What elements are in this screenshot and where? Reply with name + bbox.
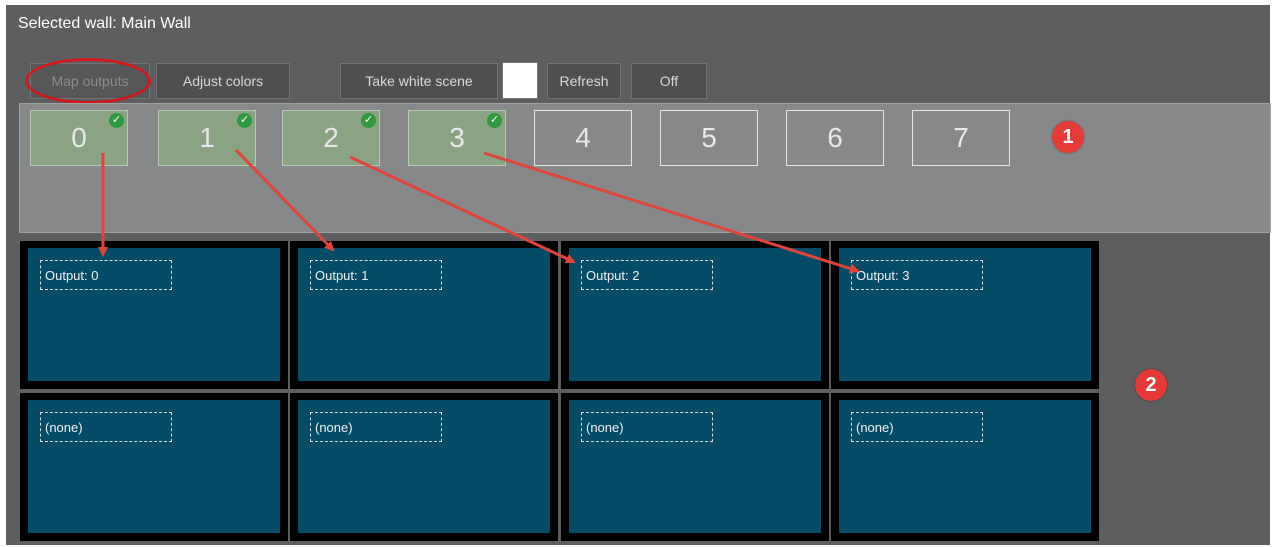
- tile-output-label[interactable]: (none): [851, 412, 983, 442]
- output-label: 3: [449, 122, 465, 153]
- output-box-0[interactable]: 0 ✓: [30, 110, 128, 166]
- output-box-1[interactable]: 1 ✓: [158, 110, 256, 166]
- tile-output-label[interactable]: Output: 2: [581, 260, 713, 290]
- refresh-button[interactable]: Refresh: [547, 63, 621, 99]
- tile-screen: Output: 3: [839, 248, 1091, 381]
- output-label: 2: [323, 122, 339, 153]
- adjust-colors-button[interactable]: Adjust colors: [156, 63, 290, 99]
- output-label: 1: [199, 122, 215, 153]
- check-icon: ✓: [487, 113, 502, 128]
- tile-output-label[interactable]: (none): [310, 412, 442, 442]
- check-icon: ✓: [361, 113, 376, 128]
- tile-screen: Output: 2: [569, 248, 821, 381]
- wall-tile[interactable]: (none): [561, 393, 829, 541]
- wall-tile[interactable]: (none): [831, 393, 1099, 541]
- off-button[interactable]: Off: [631, 63, 707, 99]
- tile-screen: (none): [569, 400, 821, 533]
- output-box-2[interactable]: 2 ✓: [282, 110, 380, 166]
- tile-screen: Output: 1: [298, 248, 550, 381]
- color-swatch[interactable]: [502, 62, 538, 99]
- page-title: Selected wall: Main Wall: [18, 15, 191, 32]
- wall-tile[interactable]: (none): [20, 393, 288, 541]
- wall-tile[interactable]: Output: 3: [831, 241, 1099, 389]
- tile-output-label[interactable]: (none): [581, 412, 713, 442]
- output-box-5[interactable]: 5: [660, 110, 758, 166]
- tile-output-label[interactable]: Output: 0: [40, 260, 172, 290]
- output-label: 0: [71, 122, 87, 153]
- output-label: 7: [953, 122, 969, 153]
- output-box-4[interactable]: 4: [534, 110, 632, 166]
- take-white-scene-button[interactable]: Take white scene: [340, 63, 498, 99]
- annotation-marker-1: 1: [1052, 121, 1084, 153]
- wall-tile[interactable]: Output: 1: [290, 241, 558, 389]
- tile-screen: Output: 0: [28, 248, 280, 381]
- tile-output-label[interactable]: (none): [40, 412, 172, 442]
- tile-output-label[interactable]: Output: 1: [310, 260, 442, 290]
- check-icon: ✓: [109, 113, 124, 128]
- wall-tile[interactable]: Output: 0: [20, 241, 288, 389]
- output-label: 5: [701, 122, 717, 153]
- output-label: 4: [575, 122, 591, 153]
- output-box-7[interactable]: 7: [912, 110, 1010, 166]
- annotation-marker-2: 2: [1135, 369, 1167, 401]
- wall-tile[interactable]: (none): [290, 393, 558, 541]
- tile-screen: (none): [839, 400, 1091, 533]
- output-box-3[interactable]: 3 ✓: [408, 110, 506, 166]
- tile-screen: (none): [298, 400, 550, 533]
- check-icon: ✓: [237, 113, 252, 128]
- output-label: 6: [827, 122, 843, 153]
- tile-screen: (none): [28, 400, 280, 533]
- map-outputs-button[interactable]: Map outputs: [30, 63, 150, 99]
- output-box-6[interactable]: 6: [786, 110, 884, 166]
- wall-tile[interactable]: Output: 2: [561, 241, 829, 389]
- tile-output-label[interactable]: Output: 3: [851, 260, 983, 290]
